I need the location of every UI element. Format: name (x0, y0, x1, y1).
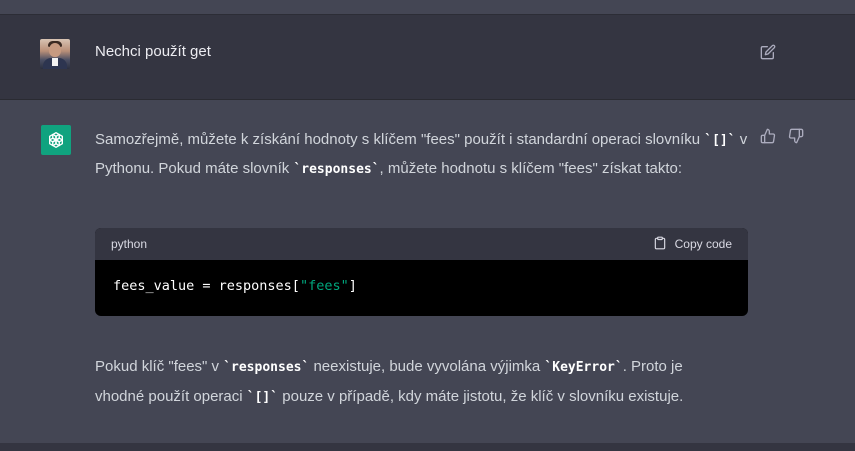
answer-text: Pokud klíč "fees" v (95, 358, 224, 375)
answer-text: , můžete hodnotu s klíčem "fees" získat … (379, 160, 683, 177)
inline-code: `KeyError` (544, 360, 623, 375)
next-message-strip (0, 443, 855, 451)
code-text: ] (348, 278, 357, 294)
code-text: fees_value = responses[ (113, 278, 300, 294)
user-message-row: Nechci použít get (0, 14, 855, 100)
top-strip (0, 0, 855, 14)
copy-code-label: Copy code (674, 237, 732, 251)
thumbs-down-icon[interactable] (788, 128, 804, 144)
clipboard-icon (653, 236, 667, 253)
code-block-header: python Copy code (95, 228, 748, 260)
answer-text: neexistuje, bude vyvolána výjimka (309, 358, 545, 375)
thumbs-up-icon[interactable] (760, 128, 776, 144)
edit-icon[interactable] (760, 44, 776, 60)
code-string-literal: "fees" (299, 278, 349, 294)
inline-code: `responses` (293, 162, 380, 177)
assistant-message-row: Samozřejmě, můžete k získání hodnoty s k… (0, 100, 855, 443)
inline-code: `[]` (704, 133, 736, 148)
answer-text: pouze v případě, kdy máte jistotu, že kl… (278, 388, 684, 405)
code-language-label: python (111, 237, 148, 251)
code-block: python Copy code fees_value = responses[… (95, 228, 748, 316)
inline-code: `[]` (246, 390, 279, 405)
user-avatar (40, 39, 70, 69)
copy-code-button[interactable]: Copy code (653, 236, 732, 253)
openai-logo-icon (41, 125, 71, 155)
code-content: fees_value = responses["fees"] (95, 260, 748, 312)
assistant-answer-paragraph-2: Pokud klíč "fees" v `responses` neexistu… (95, 352, 735, 412)
user-message-text: Nechci použít get (95, 43, 211, 60)
assistant-answer-paragraph-1: Samozřejmě, můžete k získání hodnoty s k… (95, 126, 750, 184)
answer-text: Samozřejmě, můžete k získání hodnoty s k… (95, 131, 705, 148)
inline-code: `responses` (223, 360, 310, 375)
